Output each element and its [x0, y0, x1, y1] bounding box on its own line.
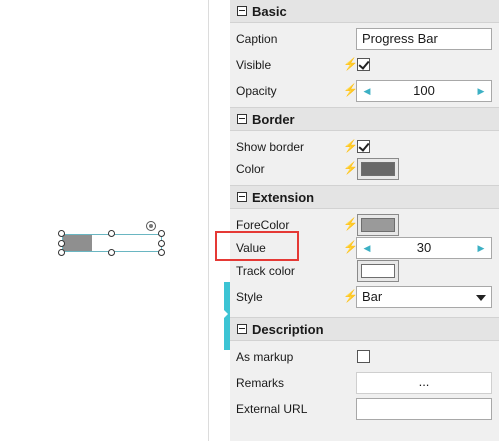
resize-handle-bottom-right[interactable]	[158, 249, 165, 256]
style-dropdown[interactable]: Bar	[356, 286, 492, 308]
value-spinner[interactable]: ◀ 30 ▶	[356, 237, 492, 259]
caret-down-icon[interactable]	[476, 295, 486, 301]
lightning-icon[interactable]: ⚡	[343, 83, 358, 97]
triangle-left-icon[interactable]: ◀	[359, 238, 375, 258]
value-value[interactable]: 30	[375, 238, 473, 258]
remarks-edit-button[interactable]: ...	[356, 372, 492, 394]
track-color-swatch	[361, 264, 395, 278]
track-color-label: Track color	[236, 264, 295, 278]
lightning-icon[interactable]: ⚡	[343, 57, 358, 71]
as-markup-label: As markup	[236, 350, 294, 364]
resize-handle-top-left[interactable]	[58, 230, 65, 237]
rotate-handle-icon[interactable]	[146, 221, 156, 231]
section-title: Basic	[252, 4, 287, 19]
caption-label: Caption	[236, 32, 278, 46]
minus-box-icon[interactable]	[237, 324, 247, 334]
section-title: Extension	[252, 190, 315, 205]
border-color-label: Color	[236, 162, 265, 176]
visible-label: Visible	[236, 58, 272, 72]
section-header-border[interactable]: Border	[230, 107, 499, 131]
lightning-icon[interactable]: ⚡	[343, 217, 358, 231]
progress-bar-fill	[63, 235, 93, 251]
collapse-arrow-icon[interactable]	[224, 310, 228, 318]
triangle-left-icon[interactable]: ◀	[359, 81, 375, 101]
show-border-checkbox[interactable]	[357, 140, 370, 153]
triangle-right-icon[interactable]: ▶	[473, 238, 489, 258]
resize-handle-top-right[interactable]	[158, 230, 165, 237]
resize-handle-middle-right[interactable]	[158, 240, 165, 247]
lightning-icon[interactable]: ⚡	[343, 139, 358, 153]
opacity-label: Opacity	[236, 84, 277, 98]
forecolor-picker[interactable]	[357, 214, 399, 236]
forecolor-label: ForeColor	[236, 218, 290, 232]
minus-box-icon[interactable]	[237, 192, 247, 202]
track-color-picker[interactable]	[357, 260, 399, 282]
external-url-label: External URL	[236, 402, 308, 416]
lightning-icon[interactable]: ⚡	[343, 161, 358, 175]
triangle-right-icon[interactable]: ▶	[473, 81, 489, 101]
resize-handle-bottom-center[interactable]	[108, 249, 115, 256]
style-value: Bar	[362, 289, 383, 304]
property-panel: Basic Caption Progress Bar Visible ⚡ Opa…	[230, 0, 499, 441]
as-markup-checkbox[interactable]	[357, 350, 370, 363]
minus-box-icon[interactable]	[237, 114, 247, 124]
highlight-annotation	[215, 231, 299, 261]
caption-field[interactable]: Progress Bar	[356, 28, 492, 50]
visible-checkbox[interactable]	[357, 58, 370, 71]
section-title: Border	[252, 112, 295, 127]
section-header-description[interactable]: Description	[230, 317, 499, 341]
minus-box-icon[interactable]	[237, 6, 247, 16]
section-header-basic[interactable]: Basic	[230, 0, 499, 23]
opacity-value[interactable]: 100	[375, 81, 473, 101]
section-title: Description	[252, 322, 324, 337]
border-color-picker[interactable]	[357, 158, 399, 180]
resize-handle-middle-left[interactable]	[58, 240, 65, 247]
resize-handle-top-center[interactable]	[108, 230, 115, 237]
external-url-field[interactable]	[356, 398, 492, 420]
design-canvas[interactable]	[0, 0, 208, 441]
lightning-icon[interactable]: ⚡	[343, 240, 358, 254]
border-color-swatch	[361, 162, 395, 176]
show-border-label: Show border	[236, 140, 305, 154]
remarks-label: Remarks	[236, 376, 285, 390]
forecolor-swatch	[361, 218, 395, 232]
section-header-extension[interactable]: Extension	[230, 185, 499, 209]
opacity-spinner[interactable]: ◀ 100 ▶	[356, 80, 492, 102]
style-label: Style	[236, 290, 263, 304]
resize-handle-bottom-left[interactable]	[58, 249, 65, 256]
lightning-icon[interactable]: ⚡	[343, 289, 358, 303]
panel-gutter	[209, 0, 230, 441]
